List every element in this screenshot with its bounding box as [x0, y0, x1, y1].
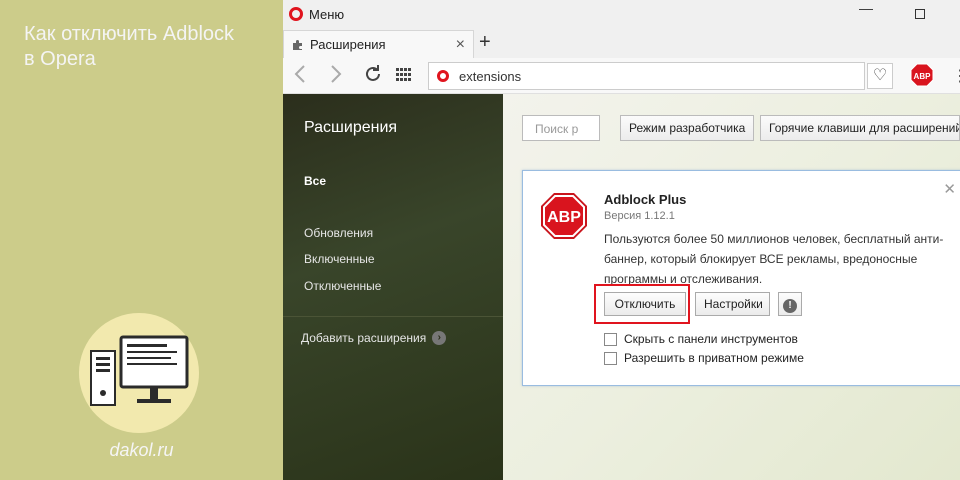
hide-toolbar-checkbox[interactable] [604, 332, 617, 346]
promo-panel: Как отключить Adblock в Opera dakol.ru [0, 0, 283, 480]
extension-description: Пользуются более 50 миллионов человек, б… [604, 232, 944, 286]
sidebar-item-updates[interactable]: Обновления [304, 226, 373, 240]
opera-menu-button[interactable]: Меню [289, 5, 344, 23]
extension-version: Версия 1.12.1 [604, 210, 675, 222]
url-text: extensions [459, 68, 522, 84]
private-mode-checkbox[interactable] [604, 351, 617, 365]
minimize-button[interactable]: — [856, 0, 876, 16]
extensions-main: Поиск р Режим разработчика Горячие клави… [503, 94, 960, 480]
maximize-icon [915, 9, 925, 19]
abp-logo-text: ABP [547, 209, 581, 226]
tab-close-button[interactable]: × [456, 36, 465, 54]
promo-title-line1: Как отключить Adblock [24, 23, 235, 45]
abp-logo-icon: ABP [540, 192, 588, 240]
disable-button[interactable]: Отключить [604, 292, 686, 316]
heart-icon[interactable]: ♡ [867, 63, 893, 89]
sidebar-item-disabled[interactable]: Отключенные [304, 279, 381, 293]
add-extensions-link[interactable]: Добавить расширения › [301, 331, 447, 345]
url-input[interactable]: extensions [428, 62, 865, 90]
hide-toolbar-label: Скрыть с панели инструментов [624, 332, 798, 346]
abp-badge-text: ABP [914, 72, 932, 81]
more-icon[interactable]: ⋮ [952, 66, 960, 86]
menu-label: Меню [309, 6, 345, 22]
hide-toolbar-checkbox-row[interactable]: Скрыть с панели инструментов [604, 332, 798, 346]
extensions-sidebar: Расширения Все Обновления Включенные Отк… [283, 94, 503, 480]
browser-window: Меню — Расширения × + extensions ♡ ABP ⋮… [283, 0, 960, 480]
sidebar-title: Расширения [304, 119, 398, 136]
tab-extensions[interactable]: Расширения × [283, 30, 474, 58]
opera-logo-icon [289, 7, 303, 21]
opera-logo-icon [437, 70, 449, 82]
extension-name: Adblock Plus [604, 192, 687, 207]
new-tab-button[interactable]: + [479, 31, 491, 54]
reload-icon[interactable] [363, 64, 383, 90]
private-mode-label: Разрешить в приватном режиме [624, 351, 804, 365]
tab-label: Расширения [310, 37, 386, 52]
chevron-right-icon: › [432, 331, 447, 345]
promo-title: Как отключить Adblock в Opera [24, 22, 234, 72]
info-icon: ! [783, 299, 797, 313]
back-arrow-icon[interactable] [293, 63, 307, 91]
sidebar-item-enabled[interactable]: Включенные [304, 252, 375, 266]
promo-site: dakol.ru [109, 440, 174, 460]
forward-arrow-icon[interactable] [329, 63, 343, 91]
address-bar: extensions ♡ ABP ⋮ [283, 58, 960, 94]
add-extensions-label: Добавить расширения [301, 331, 427, 345]
settings-button[interactable]: Настройки [695, 292, 770, 316]
hotkeys-button[interactable]: Горячие клавиши для расширений [760, 115, 960, 141]
search-input[interactable]: Поиск р [522, 115, 600, 141]
info-button[interactable]: ! [778, 292, 802, 316]
maximize-button[interactable] [910, 4, 930, 22]
abp-extension-icon[interactable]: ABP [910, 63, 934, 87]
sidebar-divider [283, 316, 503, 317]
speed-dial-grid-icon[interactable] [396, 68, 412, 82]
extension-card: ✕ ABP Adblock Plus Версия 1.12.1 Пользую… [522, 170, 960, 386]
close-icon[interactable]: ✕ [943, 180, 956, 198]
sidebar-item-all[interactable]: Все [304, 174, 326, 188]
computer-icon [79, 313, 199, 433]
promo-title-line2: в Opera [24, 48, 96, 70]
title-bar: Меню — [283, 0, 960, 28]
puzzle-icon [292, 39, 304, 51]
private-mode-checkbox-row[interactable]: Разрешить в приватном режиме [604, 351, 804, 365]
developer-mode-button[interactable]: Режим разработчика [620, 115, 755, 141]
tab-bar: Расширения × + [283, 28, 960, 58]
